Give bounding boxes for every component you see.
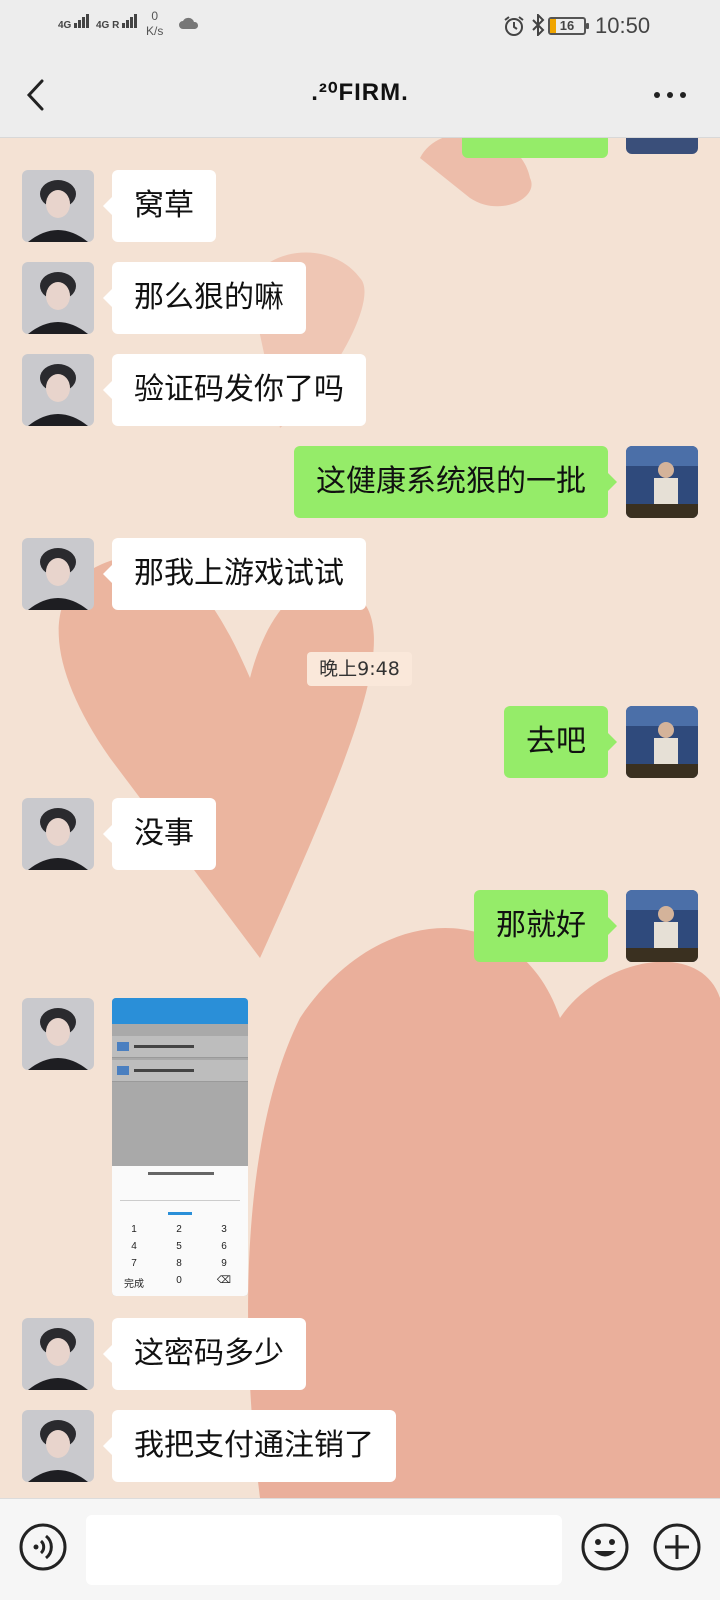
avatar-contact[interactable]: [22, 798, 94, 870]
more-options-icon[interactable]: [650, 92, 690, 100]
battery-level: 16: [559, 18, 575, 33]
chat-header: .²⁰FIRM.: [0, 52, 720, 138]
keypad-key: 完成: [124, 1279, 144, 1290]
message-bubble[interactable]: 这健康系统狠的一批: [294, 446, 617, 518]
message-bubble[interactable]: 窝草: [103, 170, 216, 242]
network-type-2: 4G R: [96, 20, 120, 31]
image-row: [112, 1036, 248, 1058]
message-bubble[interactable]: 这密码多少: [103, 1318, 306, 1390]
emoji-icon[interactable]: [580, 1522, 630, 1572]
battery-icon: 16: [548, 17, 589, 35]
composer-bar: [0, 1498, 720, 1600]
message-input[interactable]: [86, 1515, 562, 1585]
keypad-key: 3: [221, 1224, 227, 1235]
message-timestamp: 晚上9:48: [307, 652, 412, 686]
message-bubble[interactable]: 那就好: [474, 890, 617, 962]
image-message[interactable]: 1 2 3 4 5 6 7 8 9 完成 0 ⌫: [112, 998, 248, 1296]
keypad-key: ⌫: [216, 1275, 232, 1286]
chat-area[interactable]: 窝草 那么狠的嘛 验证码发你了吗 这健康系统狠的一批 那我上游戏试试 晚上9:4…: [0, 138, 720, 1498]
keypad-key: 0: [176, 1275, 182, 1286]
keypad-key: 2: [176, 1224, 182, 1235]
network-speed: 0 K/s: [146, 9, 163, 39]
cloud-icon: [179, 17, 199, 29]
alarm-icon: [504, 16, 524, 36]
network-type-1: 4G: [58, 20, 72, 31]
speed-unit: K/s: [146, 24, 164, 38]
avatar-contact[interactable]: [22, 1410, 94, 1482]
avatar-contact[interactable]: [22, 998, 94, 1070]
avatar-contact[interactable]: [22, 538, 94, 610]
signal-2-icon: 4G R: [96, 14, 138, 31]
voice-icon[interactable]: [18, 1522, 68, 1572]
avatar-self[interactable]: [626, 890, 698, 962]
chat-title: .²⁰FIRM.: [311, 79, 409, 106]
keypad-key: 5: [176, 1241, 182, 1252]
keypad-key: 7: [131, 1258, 137, 1269]
heart-wallpaper: [58, 138, 720, 1498]
keypad-key: 9: [221, 1258, 227, 1269]
avatar-contact[interactable]: [22, 354, 94, 426]
image-keypad: 1 2 3 4 5 6 7 8 9 完成 0 ⌫: [112, 1166, 248, 1296]
speed-value: 0: [151, 9, 159, 23]
signal-1-icon: 4G: [58, 14, 90, 31]
keypad-key: 4: [131, 1241, 137, 1252]
keypad-key: 1: [131, 1224, 137, 1235]
message-bubble[interactable]: 去吧: [504, 706, 617, 778]
message-bubble[interactable]: 我把支付通注销了: [103, 1410, 396, 1482]
avatar-contact[interactable]: [22, 262, 94, 334]
message-bubble[interactable]: 那么狠的嘛: [103, 262, 306, 334]
keypad-key: 8: [176, 1258, 182, 1269]
avatar-contact[interactable]: [22, 1318, 94, 1390]
message-bubble[interactable]: 验证码发你了吗: [103, 354, 366, 426]
status-time: 10:50: [595, 13, 651, 38]
message-bubble-partial[interactable]: [462, 138, 608, 158]
status-bar: 4G 4G R 0 K/s 16 10:50: [0, 0, 720, 52]
plus-icon[interactable]: [652, 1522, 702, 1572]
bluetooth-icon: [532, 14, 545, 36]
image-row: [112, 1060, 248, 1082]
avatar-self[interactable]: [626, 138, 698, 154]
avatar-self[interactable]: [626, 706, 698, 778]
keypad-key: 6: [221, 1241, 227, 1252]
avatar-contact[interactable]: [22, 170, 94, 242]
avatar-self[interactable]: [626, 446, 698, 518]
message-bubble[interactable]: 那我上游戏试试: [103, 538, 366, 610]
image-topbar: [112, 998, 248, 1024]
message-bubble[interactable]: 没事: [103, 798, 216, 870]
